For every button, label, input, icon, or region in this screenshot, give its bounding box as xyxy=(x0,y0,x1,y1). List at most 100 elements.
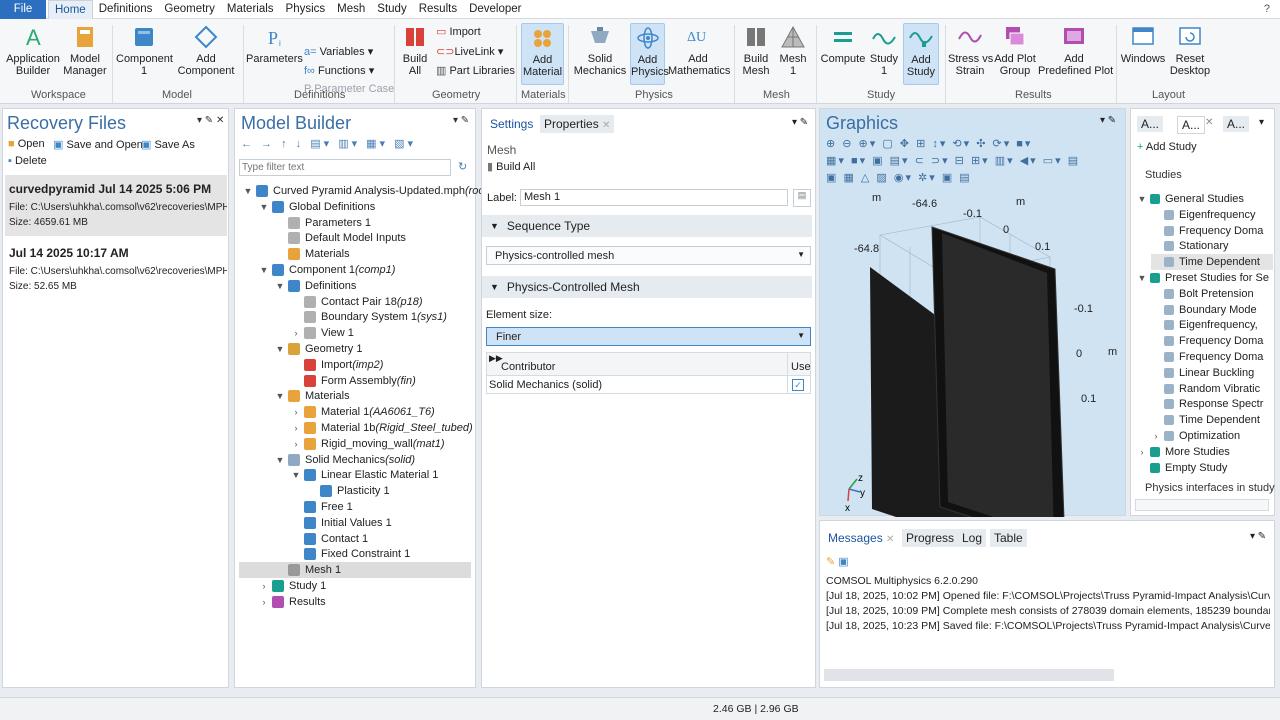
application-builder-button[interactable]: A Application Builder xyxy=(4,23,62,77)
tree-node[interactable]: Default Model Inputs xyxy=(275,230,406,246)
component-button[interactable]: Component 1 xyxy=(116,23,173,77)
expand-toggle-icon[interactable]: ▼ xyxy=(291,470,301,480)
parameters-button[interactable]: Pi Parameters xyxy=(246,23,303,65)
menu-mesh[interactable]: Mesh xyxy=(331,0,371,19)
label-input[interactable]: Mesh 1 xyxy=(520,189,788,206)
tree-node[interactable]: › Rigid_moving_wall (mat1) xyxy=(291,436,445,452)
tree-node[interactable]: ▼ Solid Mechanics (solid) xyxy=(275,452,415,468)
stress-vs-strain-button[interactable]: Stress vs Strain xyxy=(948,23,993,77)
tab-log[interactable]: Log xyxy=(958,529,987,547)
tree-node[interactable]: Parameters 1 xyxy=(275,215,371,231)
expand-toggle-icon[interactable]: ▼ xyxy=(243,186,253,196)
tree-node[interactable]: ▼ Materials xyxy=(275,388,350,404)
expand-toggle-icon[interactable]: › xyxy=(259,581,269,591)
functions-button[interactable]: f∞ Functions ▾ xyxy=(304,64,374,77)
expand-toggle-icon[interactable]: ▼ xyxy=(275,281,285,291)
add-component-button[interactable]: Add Component xyxy=(174,23,238,77)
menu-materials[interactable]: Materials xyxy=(221,0,280,19)
study-item[interactable]: Frequency Doma xyxy=(1151,333,1263,349)
study-button[interactable]: Study 1 xyxy=(868,23,900,77)
studies-scrollbar[interactable] xyxy=(1135,499,1269,511)
tree-node[interactable]: ▼ Definitions xyxy=(275,278,356,294)
study-item[interactable]: Empty Study xyxy=(1137,460,1227,476)
section-sequence-type[interactable]: ▼ Sequence Type xyxy=(482,215,812,237)
close-icon[interactable]: ✕ xyxy=(602,120,610,131)
label-reset-icon[interactable]: ▤ xyxy=(793,189,811,207)
tree-node[interactable]: Boundary System 1 (sys1) xyxy=(291,309,447,325)
part-libraries-button[interactable]: ▥ Part Libraries xyxy=(436,64,515,77)
expand-toggle-icon[interactable]: ▼ xyxy=(1137,273,1147,283)
expand-toggle-icon[interactable]: ▼ xyxy=(259,202,269,212)
panel-menu-icon[interactable]: ▾ ✎ xyxy=(1100,115,1116,126)
build-all-button[interactable]: Build All xyxy=(398,23,432,77)
add-study-small-button[interactable]: + Add Study xyxy=(1137,141,1197,153)
graphics-toolbar-row2[interactable]: ▦▾ ■▾ ▣ ▤▾ ⊂ ⊃▾ ⊟ ⊞▾ ▥▾ ◀▾ ▭▾ ▤ xyxy=(826,154,1116,167)
study-item[interactable]: Boundary Mode xyxy=(1151,302,1257,318)
tree-node[interactable]: Import (imp2) xyxy=(291,357,383,373)
tree-node[interactable]: Fixed Constraint 1 xyxy=(291,546,410,562)
expand-toggle-icon[interactable]: ▼ xyxy=(1137,194,1147,204)
section-physics-controlled-mesh[interactable]: ▼ Physics-Controlled Mesh xyxy=(482,276,812,298)
tree-node[interactable]: › Study 1 xyxy=(259,578,326,594)
study-item[interactable]: ▼ General Studies xyxy=(1137,191,1244,207)
filter-text-input[interactable] xyxy=(240,160,445,175)
reset-desktop-button[interactable]: Reset Desktop xyxy=(1166,23,1214,77)
build-mesh-button[interactable]: Build Mesh xyxy=(738,23,774,77)
tab-properties[interactable]: Properties ✕ xyxy=(540,115,615,133)
expand-toggle-icon[interactable]: ▼ xyxy=(259,265,269,275)
expand-toggle-icon[interactable]: › xyxy=(291,328,301,338)
tree-node[interactable]: Mesh 1 xyxy=(239,562,471,579)
windows-button[interactable]: Windows xyxy=(1120,23,1166,65)
expand-toggle-icon[interactable]: ▼ xyxy=(275,391,285,401)
menu-geometry[interactable]: Geometry xyxy=(158,0,221,19)
filter-input[interactable] xyxy=(239,159,451,176)
menu-definitions[interactable]: Definitions xyxy=(93,0,159,19)
save-as-button[interactable]: ▣ Save As xyxy=(141,138,195,151)
save-and-open-button[interactable]: ▣ Save and Open xyxy=(53,138,143,151)
menu-file[interactable]: File xyxy=(0,0,46,19)
tab-settings[interactable]: Settings xyxy=(486,115,538,133)
expand-toggle-icon[interactable]: ▼ xyxy=(275,344,285,354)
variables-button[interactable]: a= Variables ▾ xyxy=(304,45,373,58)
menu-developer[interactable]: Developer xyxy=(463,0,527,19)
expand-toggle-icon[interactable]: › xyxy=(1151,431,1161,441)
tree-node[interactable]: ▼ Geometry 1 xyxy=(275,341,362,357)
tab-a1[interactable]: A... xyxy=(1137,116,1164,132)
tree-node[interactable]: ▼ Linear Elastic Material 1 xyxy=(291,467,438,483)
expand-toggle-icon[interactable]: › xyxy=(259,597,269,607)
study-item[interactable]: Frequency Doma xyxy=(1151,349,1263,365)
add-physics-button[interactable]: Add Physics xyxy=(630,23,669,85)
clear-icon[interactable]: ✎ ▣ xyxy=(826,555,849,568)
tab-table[interactable]: Table xyxy=(990,529,1027,547)
model-builder-toolbar[interactable]: ← → ↑ ↓ ▤▾ ▥▾ ▦▾ ▧▾ xyxy=(241,137,416,150)
study-item[interactable]: Eigenfrequency xyxy=(1151,207,1255,223)
study-item[interactable]: Bolt Pretension xyxy=(1151,286,1254,302)
tab-a2[interactable]: A... xyxy=(1177,116,1206,134)
open-button[interactable]: ■ Open xyxy=(8,138,45,150)
solid-mechanics-button[interactable]: Solid Mechanics xyxy=(572,23,628,77)
tab-a3[interactable]: A... xyxy=(1223,116,1250,132)
delete-button[interactable]: ▪ Delete xyxy=(8,155,47,167)
help-icon[interactable]: ? xyxy=(1264,3,1270,15)
tree-node[interactable]: ▼ Component 1 (comp1) xyxy=(259,262,395,278)
tree-node[interactable]: Plasticity 1 xyxy=(307,483,390,499)
expand-toggle-icon[interactable]: › xyxy=(291,407,301,417)
panel-menu-icon[interactable]: ▾ ✎ xyxy=(792,117,808,128)
recovery-item[interactable]: curvedpyramid Jul 14 2025 5:06 PM File: … xyxy=(5,175,227,236)
use-checkbox[interactable]: ✓ xyxy=(792,379,804,391)
study-item[interactable]: Response Spectr xyxy=(1151,396,1263,412)
tree-node[interactable]: Contact 1 xyxy=(291,531,368,547)
tree-node[interactable]: Initial Values 1 xyxy=(291,515,392,531)
study-item[interactable]: › Optimization xyxy=(1151,428,1241,444)
graphics-canvas[interactable]: -64.6 -0.1 m -64.8 0 0.1 -0.1 0 m 0.1 m … xyxy=(820,187,1125,517)
panel-menu-icon[interactable]: ▾ ✎ xyxy=(1250,531,1266,542)
panel-menu-icon[interactable]: ▾ ✎ xyxy=(453,115,469,126)
refresh-icon[interactable]: ↻ xyxy=(458,160,467,173)
add-plot-group-button[interactable]: Add Plot Group xyxy=(994,23,1036,77)
study-item[interactable]: Linear Buckling xyxy=(1151,365,1254,381)
expand-toggle-icon[interactable]: › xyxy=(1137,447,1147,457)
tree-node[interactable]: › Results xyxy=(259,594,326,610)
menu-physics[interactable]: Physics xyxy=(280,0,332,19)
study-item[interactable]: Eigenfrequency, xyxy=(1151,317,1258,333)
import-button[interactable]: ▭ Import xyxy=(436,25,481,38)
